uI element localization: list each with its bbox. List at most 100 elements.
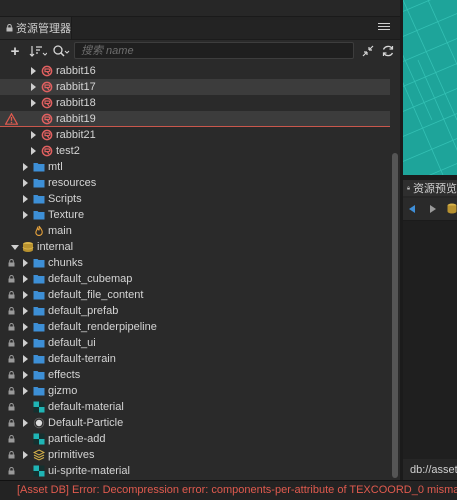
tree-item-label: default_ui bbox=[48, 337, 96, 349]
tab-preview[interactable]: 资源预览 bbox=[403, 180, 457, 196]
tree-item-rabbit17[interactable]: rabbit17 bbox=[0, 79, 390, 95]
tree-item-default-cubemap[interactable]: default_cubemap bbox=[0, 271, 390, 287]
chevron-right-icon[interactable] bbox=[23, 419, 28, 427]
collapse-icon bbox=[362, 45, 374, 57]
tree-item-label: test2 bbox=[56, 145, 80, 157]
chevron-right-icon[interactable] bbox=[31, 99, 36, 107]
tree-item-main[interactable]: main bbox=[0, 223, 390, 239]
chevron-right-icon[interactable] bbox=[23, 339, 28, 347]
search-type-button[interactable] bbox=[52, 43, 70, 59]
tree-item-effects[interactable]: effects bbox=[0, 367, 390, 383]
tree-item-test2[interactable]: test2 bbox=[0, 143, 390, 159]
lock-icon bbox=[8, 307, 15, 315]
chevron-right-icon[interactable] bbox=[31, 83, 36, 91]
tree-item-rabbit19[interactable]: rabbit19 bbox=[0, 111, 390, 127]
tree-item-default-renderpipeline[interactable]: default_renderpipeline bbox=[0, 319, 390, 335]
chevron-right-icon[interactable] bbox=[23, 371, 28, 379]
chevron-right-icon[interactable] bbox=[31, 131, 36, 139]
lock-icon bbox=[8, 387, 15, 395]
chevron-right-icon[interactable] bbox=[23, 163, 28, 171]
tree-item-rabbit18[interactable]: rabbit18 bbox=[0, 95, 390, 111]
tree-item-default-material[interactable]: default-material bbox=[0, 399, 390, 415]
tree-item-label: particle-add bbox=[48, 433, 106, 445]
menu-icon[interactable] bbox=[378, 21, 390, 33]
tree-item-particle-add[interactable]: particle-add bbox=[0, 431, 390, 447]
search-input[interactable] bbox=[74, 42, 354, 59]
chevron-right-icon[interactable] bbox=[23, 211, 28, 219]
tree-item-label: default_cubemap bbox=[48, 273, 133, 285]
top-panel-strip bbox=[0, 0, 400, 17]
tree-item-label: mtl bbox=[48, 161, 63, 173]
tree-item-default-prefab[interactable]: default_prefab bbox=[0, 303, 390, 319]
tree-item-label: internal bbox=[37, 241, 74, 253]
tree-item-texture[interactable]: Texture bbox=[0, 207, 390, 223]
lock-icon bbox=[6, 24, 13, 32]
chevron-right-icon[interactable] bbox=[23, 195, 28, 203]
chevron-right-icon[interactable] bbox=[23, 291, 28, 299]
tree-item-scripts[interactable]: Scripts bbox=[0, 191, 390, 207]
chevron-right-icon[interactable] bbox=[23, 307, 28, 315]
tree-item-label: rabbit19 bbox=[56, 113, 96, 125]
lock-icon bbox=[8, 339, 15, 347]
tree-item-label: ui-sprite-material bbox=[48, 465, 130, 477]
tree-item-label: gizmo bbox=[48, 385, 78, 397]
scrollbar[interactable] bbox=[392, 153, 398, 478]
tree-item-gizmo[interactable]: gizmo bbox=[0, 383, 390, 399]
chevron-right-icon[interactable] bbox=[23, 275, 28, 283]
status-message: [Asset DB] Error: Decompression error: c… bbox=[17, 484, 457, 496]
preview-panel: 资源预览 db://assets bbox=[403, 180, 457, 480]
chevron-right-icon[interactable] bbox=[23, 259, 28, 267]
search-icon bbox=[53, 45, 70, 57]
warning-icon bbox=[5, 113, 18, 125]
chevron-right-icon[interactable] bbox=[31, 67, 36, 75]
tree-item-default-file-content[interactable]: default_file_content bbox=[0, 287, 390, 303]
tree-item-internal[interactable]: internal bbox=[0, 239, 390, 255]
lock-icon bbox=[8, 323, 15, 331]
tree-item-label: default_renderpipeline bbox=[48, 321, 157, 333]
preview-toolbar bbox=[403, 198, 457, 221]
lock-icon bbox=[8, 291, 15, 299]
lock-icon bbox=[8, 371, 15, 379]
tree-item-mtl[interactable]: mtl bbox=[0, 159, 390, 175]
tree-item-default-particle[interactable]: Default-Particle bbox=[0, 415, 390, 431]
preview-path: db://assets bbox=[403, 461, 457, 480]
chevron-right-icon[interactable] bbox=[31, 147, 36, 155]
tab-assets[interactable]: 资源管理器 bbox=[0, 17, 72, 39]
chevron-right-icon[interactable] bbox=[23, 323, 28, 331]
tree-item-label: chunks bbox=[48, 257, 83, 269]
preview-title: 资源预览 bbox=[413, 183, 457, 195]
refresh-button[interactable] bbox=[381, 43, 395, 59]
collapse-all-button[interactable] bbox=[361, 43, 375, 59]
back-arrow-icon[interactable] bbox=[409, 205, 415, 213]
tree-item-label: rabbit21 bbox=[56, 129, 96, 141]
tree-item-label: effects bbox=[48, 369, 81, 381]
assets-toolbar: + bbox=[0, 40, 400, 62]
chevron-right-icon[interactable] bbox=[23, 355, 28, 363]
tree-item-rabbit21[interactable]: rabbit21 bbox=[0, 127, 390, 143]
tree-item-label: primitives bbox=[48, 449, 95, 461]
tree-item-rabbit16[interactable]: rabbit16 bbox=[0, 63, 390, 79]
lock-icon bbox=[8, 451, 15, 459]
tree-item-primitives[interactable]: primitives bbox=[0, 447, 390, 463]
lock-icon bbox=[8, 403, 15, 411]
tree-item-default-terrain[interactable]: default-terrain bbox=[0, 351, 390, 367]
sort-button[interactable] bbox=[29, 43, 47, 59]
add-asset-button[interactable]: + bbox=[8, 43, 22, 60]
tree-item-label: default-material bbox=[48, 401, 124, 413]
chevron-down-icon[interactable] bbox=[11, 245, 19, 250]
tree-item-default-ui[interactable]: default_ui bbox=[0, 335, 390, 351]
panel-title: 资源管理器 bbox=[16, 23, 71, 35]
tree-item-label: rabbit16 bbox=[56, 65, 96, 77]
forward-arrow-icon[interactable] bbox=[430, 205, 436, 213]
lock-icon bbox=[8, 355, 15, 363]
tree-item-ui-sprite-material[interactable]: ui-sprite-material bbox=[0, 463, 390, 479]
tree-item-chunks[interactable]: chunks bbox=[0, 255, 390, 271]
tree-item-resources[interactable]: resources bbox=[0, 175, 390, 191]
scene-view[interactable] bbox=[403, 0, 457, 175]
scene-grid bbox=[403, 0, 457, 175]
lock-icon bbox=[8, 435, 15, 443]
tree-item-label: resources bbox=[48, 177, 97, 189]
chevron-right-icon[interactable] bbox=[23, 179, 28, 187]
chevron-right-icon[interactable] bbox=[23, 451, 28, 459]
chevron-right-icon[interactable] bbox=[23, 387, 28, 395]
